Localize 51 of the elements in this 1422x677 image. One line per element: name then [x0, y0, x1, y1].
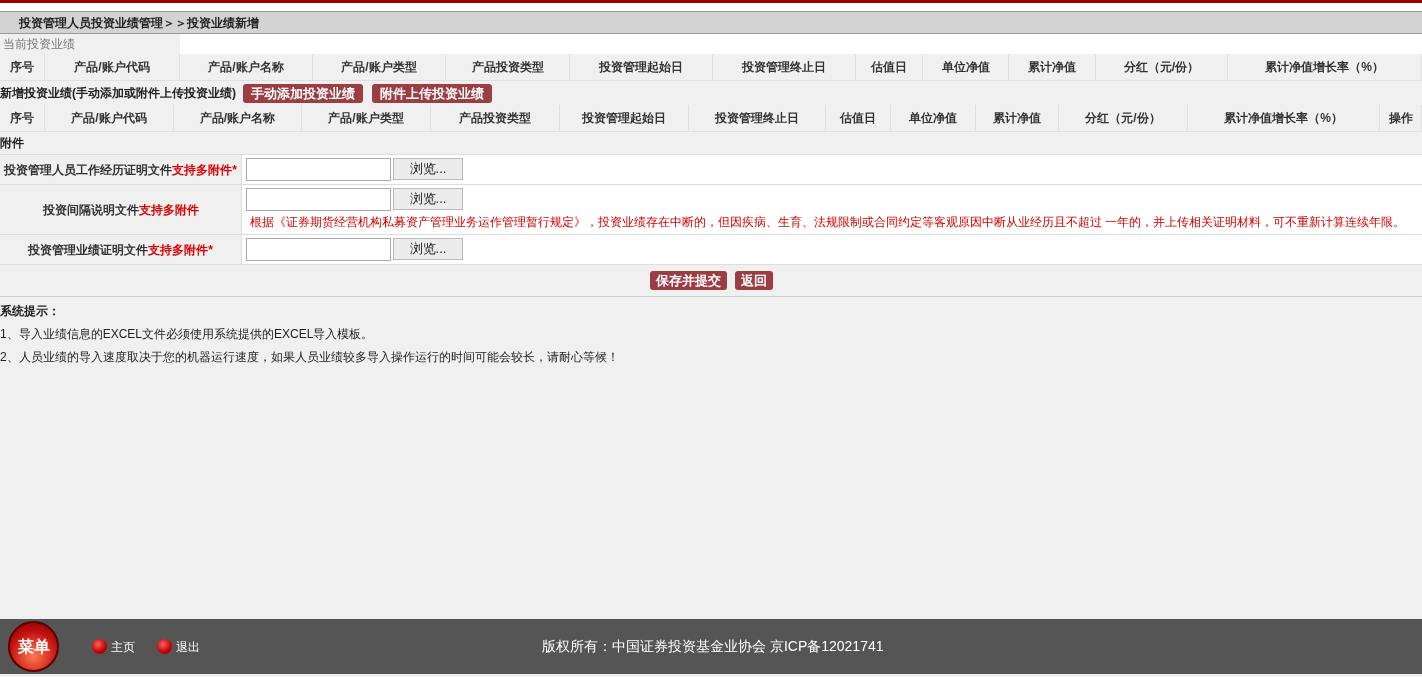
column-header: 产品/账户代码 — [45, 54, 180, 80]
column-header: 累计净值 — [976, 105, 1059, 131]
file-path-field[interactable] — [246, 238, 391, 261]
tips-title: 系统提示： — [0, 303, 61, 320]
action-button[interactable]: 保存并提交 — [649, 271, 727, 290]
footer-link[interactable]: 主页 — [111, 637, 135, 656]
column-header: 累计净值增长率（%） — [1228, 54, 1422, 80]
column-header: 产品/账户名称 — [180, 54, 313, 80]
note-text: 根据《证券期货经营机构私募资产管理业务运作管理暂行规定》，投资业绩存在中断的，但因疾病、生育、法规限制或合同约定等客观原因中断从业经历且不超过 一年的，并上传相关证明材料，可不重新计算连续年限。 — [249, 214, 1407, 231]
field-label: 投资管理业绩证明文件支持多附件* — [28, 241, 213, 259]
section-title: 附件 — [0, 135, 25, 152]
browse-button[interactable]: 浏览... — [393, 188, 463, 210]
column-header: 操作 — [1380, 105, 1422, 131]
column-header: 产品投资类型 — [446, 54, 570, 80]
browse-button[interactable]: 浏览... — [393, 238, 463, 260]
section-title: 新增投资业绩(手动添加或附件上传投资业绩) — [0, 85, 236, 102]
column-header: 估值日 — [856, 54, 923, 80]
action-button[interactable]: 附件上传投资业绩 — [372, 83, 492, 103]
browse-button[interactable]: 浏览... — [393, 158, 463, 180]
footer-link[interactable]: 退出 — [176, 637, 200, 656]
menu-button[interactable]: 菜单 — [8, 621, 59, 672]
file-path-field[interactable] — [246, 158, 391, 181]
copyright-text: 版权所有：中国证券投资基金业协会 京ICP备12021741 — [542, 637, 884, 656]
action-button[interactable]: 返回 — [734, 271, 773, 290]
column-header: 分红（元/份） — [1059, 105, 1188, 131]
column-header: 产品/账户代码 — [45, 105, 174, 131]
file-path-field[interactable] — [246, 188, 391, 211]
field-label: 投资间隔说明文件支持多附件 — [42, 201, 199, 219]
field-label: 投资管理人员工作经历证明文件支持多附件* — [4, 161, 237, 179]
column-header: 单位净值 — [923, 54, 1009, 80]
column-header: 累计净值增长率（%） — [1188, 105, 1380, 131]
tip-text: 1、导入业绩信息的EXCEL文件必须使用系统提供的EXCEL导入模板。 — [0, 326, 375, 343]
column-header: 投资管理起始日 — [560, 105, 689, 131]
column-header: 投资管理终止日 — [689, 105, 826, 131]
column-header: 产品/账户类型 — [313, 54, 446, 80]
column-header: 序号 — [0, 105, 45, 131]
bullet-icon — [157, 639, 172, 654]
column-header: 单位净值 — [891, 105, 976, 131]
column-header: 分红（元/份） — [1096, 54, 1228, 80]
column-header: 序号 — [0, 54, 45, 80]
column-header: 产品/账户类型 — [302, 105, 431, 131]
bullet-icon — [92, 639, 107, 654]
breadcrumb-bar: 投资管理人员投资业绩管理＞＞投资业绩新增 — [0, 12, 1422, 34]
column-header: 估值日 — [826, 105, 891, 131]
column-header: 投资管理起始日 — [570, 54, 713, 80]
column-header: 累计净值 — [1009, 54, 1096, 80]
column-header: 产品/账户名称 — [174, 105, 302, 131]
action-button[interactable]: 手动添加投资业绩 — [243, 83, 363, 103]
tip-text: 2、人员业绩的导入速度取决于您的机器运行速度，如果人员业绩较多导入操作运行的时间可能会较长，请耐心等候！ — [0, 349, 620, 366]
column-header: 产品投资类型 — [431, 105, 560, 131]
column-header: 投资管理终止日 — [713, 54, 856, 80]
